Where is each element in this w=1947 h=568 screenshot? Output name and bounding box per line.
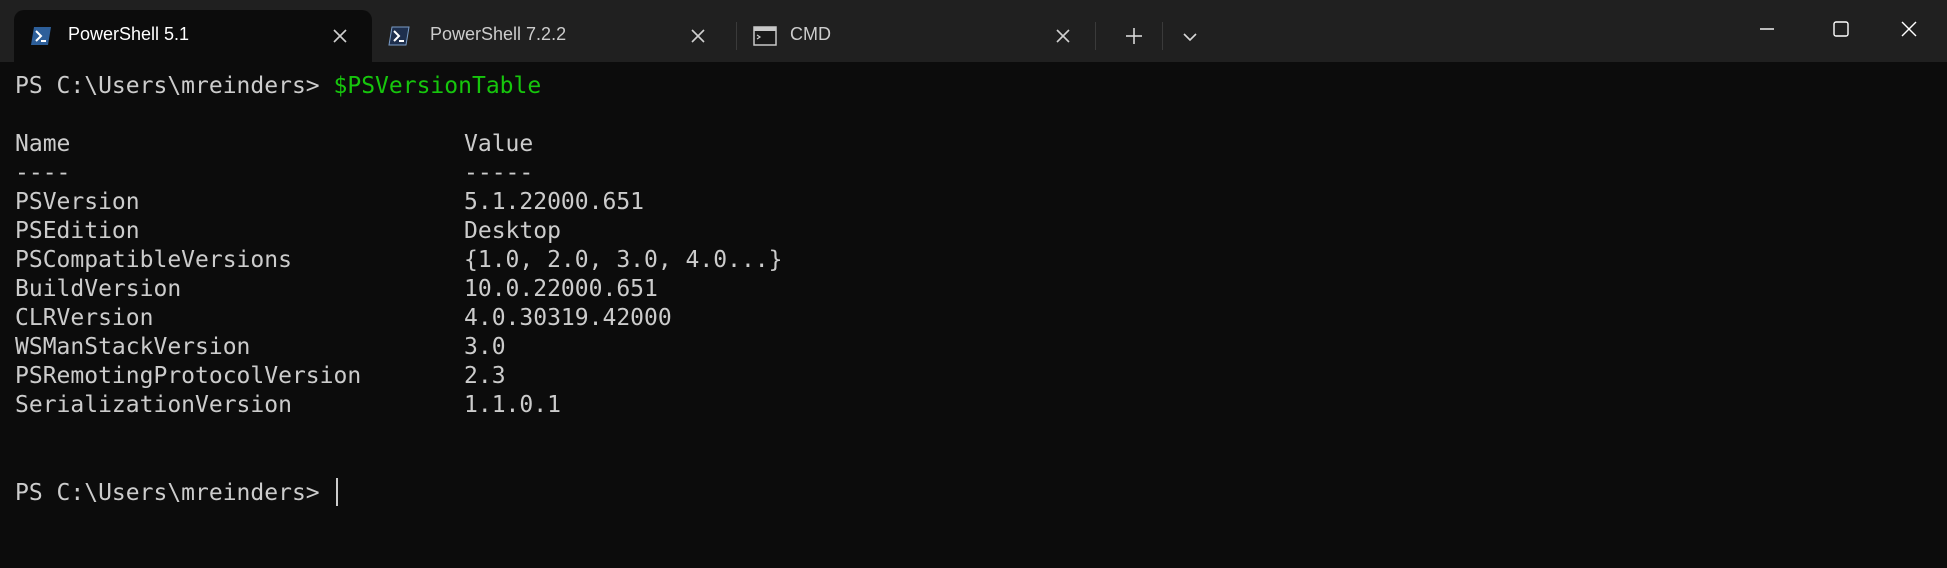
underline-value: ----- — [464, 160, 534, 186]
chevron-down-icon[interactable] — [1168, 14, 1212, 58]
table-header-underline: ---- ----- — [15, 159, 533, 188]
table-row: PSCompatibleVersions {1.0, 2.0, 3.0, 4.0.… — [15, 246, 783, 275]
table-row: BuildVersion 10.0.22000.651 — [15, 275, 658, 304]
command-line: PS C:\Users\mreinders> $PSVersionTable — [15, 72, 541, 101]
cmd-icon — [753, 26, 777, 46]
text-cursor — [335, 478, 338, 506]
row-name: PSEdition — [15, 218, 140, 244]
tab-cmd[interactable]: CMD — [737, 10, 1095, 62]
table-row: SerializationVersion 1.1.0.1 — [15, 391, 561, 420]
table-row: PSEdition Desktop — [15, 217, 561, 246]
tab-separator — [1095, 22, 1096, 50]
row-value: 1.1.0.1 — [464, 392, 561, 418]
tab-powershell-5-1[interactable]: PowerShell 5.1 — [14, 10, 372, 62]
row-value: 2.3 — [464, 363, 506, 389]
tab-bar: PowerShell 5.1 PowerShell 7.2.2 CMD — [0, 0, 1947, 62]
tab-separator — [1162, 22, 1163, 50]
close-icon[interactable] — [1053, 26, 1073, 46]
row-value: 3.0 — [464, 334, 506, 360]
row-name: BuildVersion — [15, 276, 182, 302]
row-name: PSVersion — [15, 189, 140, 215]
tab-title: PowerShell 7.2.2 — [430, 24, 567, 44]
tab-title: CMD — [790, 24, 831, 44]
table-header: Name Value — [15, 130, 533, 159]
tab-powershell-7-2-2[interactable]: PowerShell 7.2.2 — [372, 10, 730, 62]
row-value: 5.1.22000.651 — [464, 189, 645, 215]
table-row: CLRVersion 4.0.30319.42000 — [15, 304, 672, 333]
row-name: CLRVersion — [15, 305, 154, 331]
underline-name: ---- — [15, 160, 71, 186]
command-text: $PSVersionTable — [333, 73, 542, 99]
prompt: PS C:\Users\mreinders> — [15, 73, 334, 99]
table-row: PSRemotingProtocolVersion 2.3 — [15, 362, 506, 391]
table-row: WSManStackVersion 3.0 — [15, 333, 506, 362]
close-icon[interactable] — [1874, 0, 1944, 58]
row-value: Desktop — [464, 218, 561, 244]
maximize-icon[interactable] — [1806, 0, 1876, 58]
row-name: PSCompatibleVersions — [15, 247, 292, 273]
row-name: WSManStackVersion — [15, 334, 251, 360]
prompt: PS C:\Users\mreinders> — [15, 480, 334, 506]
row-name: SerializationVersion — [15, 392, 292, 418]
terminal-output[interactable]: PS C:\Users\mreinders> $PSVersionTable N… — [0, 62, 1947, 568]
powershell-icon — [31, 27, 51, 45]
row-value: 10.0.22000.651 — [464, 276, 658, 302]
table-row: PSVersion 5.1.22000.651 — [15, 188, 644, 217]
row-value: {1.0, 2.0, 3.0, 4.0...} — [464, 247, 783, 273]
header-value: Value — [464, 131, 534, 157]
close-icon[interactable] — [330, 26, 350, 46]
terminal-window: PowerShell 5.1 PowerShell 7.2.2 CMD PS C… — [0, 0, 1947, 568]
final-prompt-line: PS C:\Users\mreinders> — [15, 478, 338, 507]
row-value: 4.0.30319.42000 — [464, 305, 672, 331]
powershell-icon — [388, 26, 410, 46]
minimize-icon[interactable] — [1732, 0, 1802, 58]
header-name: Name — [15, 131, 71, 157]
plus-icon[interactable] — [1112, 14, 1156, 58]
row-name: PSRemotingProtocolVersion — [15, 363, 362, 389]
close-icon[interactable] — [688, 26, 708, 46]
tab-title: PowerShell 5.1 — [68, 24, 190, 44]
